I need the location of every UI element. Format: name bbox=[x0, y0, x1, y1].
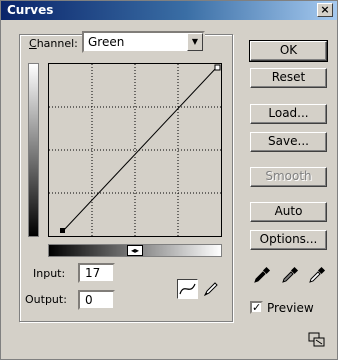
title-bar[interactable]: Curves × bbox=[1, 1, 337, 20]
auto-button[interactable]: Auto bbox=[250, 202, 327, 222]
reset-button[interactable]: Reset bbox=[250, 68, 327, 88]
curve-graph[interactable] bbox=[48, 63, 222, 237]
white-eyedropper-icon[interactable] bbox=[307, 265, 327, 285]
output-field[interactable]: 0 bbox=[78, 290, 115, 310]
channel-select[interactable]: Green ▼ bbox=[82, 31, 205, 53]
output-label: Output: bbox=[25, 293, 67, 306]
expand-dialog-icon[interactable] bbox=[308, 332, 326, 348]
channel-value: Green bbox=[88, 35, 125, 49]
options-button[interactable]: Options... bbox=[250, 230, 327, 250]
curve-point-black[interactable] bbox=[60, 228, 65, 233]
input-label: Input: bbox=[33, 267, 66, 280]
black-eyedropper-icon[interactable] bbox=[252, 265, 272, 285]
pencil-tool-icon[interactable] bbox=[202, 280, 220, 298]
ok-button[interactable]: OK bbox=[249, 40, 328, 62]
curve-line[interactable] bbox=[62, 66, 218, 232]
output-gradient-bar bbox=[28, 63, 39, 237]
input-field[interactable]: 17 bbox=[78, 263, 115, 283]
preview-label: Preview bbox=[267, 301, 314, 315]
curve-tool-icon[interactable] bbox=[177, 279, 198, 299]
curve-point-white[interactable] bbox=[214, 64, 221, 71]
curve-graph-svg bbox=[49, 64, 221, 236]
smooth-button: Smooth bbox=[250, 167, 327, 187]
save-button[interactable]: Save... bbox=[250, 132, 327, 152]
dropdown-arrow-icon[interactable]: ▼ bbox=[187, 33, 203, 51]
preview-checkbox[interactable]: ✓ bbox=[250, 301, 263, 314]
curves-dialog: Curves × Channel: Green ▼ ◂▸ Input: 17 O… bbox=[0, 0, 338, 360]
gradient-toggle-icon[interactable]: ◂▸ bbox=[127, 245, 143, 256]
channel-label: Channel: bbox=[29, 37, 78, 50]
load-button[interactable]: Load... bbox=[250, 104, 327, 124]
window-title: Curves bbox=[7, 3, 54, 17]
close-icon[interactable]: × bbox=[317, 3, 333, 17]
gray-eyedropper-icon[interactable] bbox=[280, 265, 300, 285]
